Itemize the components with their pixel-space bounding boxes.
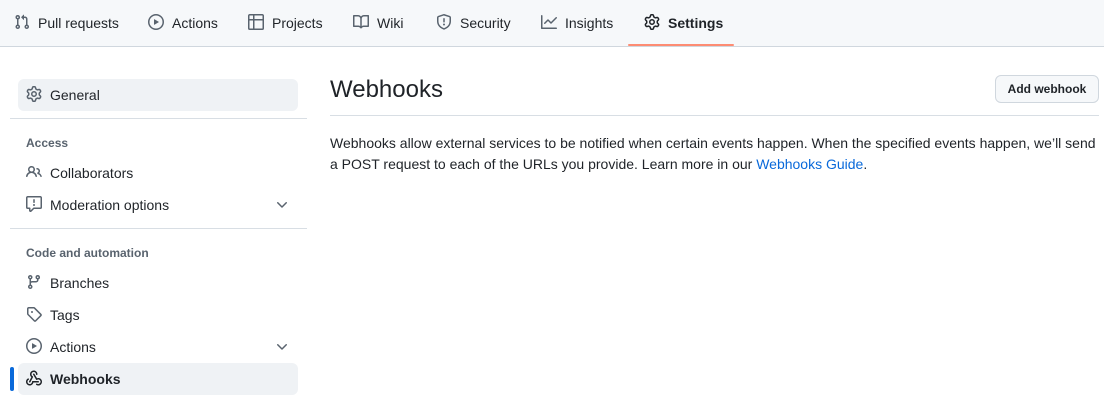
sidebar-item-label: Actions	[50, 339, 96, 355]
graph-icon	[541, 14, 557, 33]
tab-label: Projects	[272, 15, 323, 31]
people-icon	[26, 164, 42, 183]
tab-projects[interactable]: Projects	[248, 0, 323, 46]
tab-actions[interactable]: Actions	[148, 0, 218, 46]
chevron-down-icon[interactable]	[274, 339, 290, 358]
sidebar-heading-access: Access	[26, 136, 69, 150]
tab-label: Settings	[668, 15, 724, 31]
chevron-down-icon[interactable]	[274, 197, 290, 216]
gear-icon	[26, 85, 42, 105]
sidebar-item-label: General	[50, 87, 100, 103]
tab-label: Actions	[172, 15, 218, 31]
tab-pull-requests[interactable]: Pull requests	[14, 0, 119, 46]
sidebar-item-webhooks[interactable]: Webhooks	[18, 363, 298, 395]
sidebar-item-branches[interactable]: Branches	[18, 267, 298, 299]
book-icon	[353, 14, 370, 33]
table-icon	[248, 13, 264, 33]
webhooks-description: Webhooks allow external services to be n…	[330, 133, 1100, 175]
sidebar-item-label: Tags	[50, 307, 80, 323]
sidebar-item-general[interactable]: General	[18, 79, 298, 111]
git-pull-request-icon	[14, 14, 30, 33]
tab-insights[interactable]: Insights	[541, 0, 613, 46]
tab-settings[interactable]: Settings	[644, 0, 723, 46]
webhook-icon	[25, 369, 42, 389]
tab-security[interactable]: Security	[436, 0, 511, 46]
description-end: .	[863, 156, 868, 172]
sidebar-item-label: Collaborators	[50, 165, 134, 181]
sidebar-item-actions[interactable]: Actions	[18, 331, 298, 363]
title-divider	[330, 115, 1099, 116]
play-icon	[26, 337, 42, 357]
sidebar-heading-code-automation: Code and automation	[26, 246, 149, 260]
tag-icon	[26, 306, 42, 325]
play-icon	[148, 13, 164, 33]
selected-tab-underline	[628, 44, 734, 46]
description-text: Webhooks allow external services to be n…	[330, 135, 1096, 172]
sidebar-divider	[10, 228, 307, 229]
sidebar-divider	[10, 118, 307, 119]
sidebar-item-moderation-options[interactable]: Moderation options	[18, 189, 298, 221]
tab-label: Pull requests	[38, 15, 119, 31]
repo-nav: Pull requests Actions Projects Wiki Secu…	[0, 0, 1104, 47]
sidebar-item-label: Webhooks	[50, 371, 121, 387]
sidebar-item-tags[interactable]: Tags	[18, 299, 298, 331]
webhooks-guide-link[interactable]: Webhooks Guide	[756, 156, 863, 172]
report-icon	[26, 195, 42, 215]
tab-label: Insights	[565, 15, 614, 31]
git-branch-icon	[26, 274, 42, 293]
tab-wiki[interactable]: Wiki	[353, 0, 403, 46]
shield-icon	[436, 13, 452, 33]
sidebar-item-label: Moderation options	[50, 197, 170, 213]
active-item-indicator	[10, 367, 14, 391]
page-title: Webhooks	[330, 76, 443, 103]
sidebar-item-label: Branches	[50, 275, 110, 291]
gear-icon	[644, 13, 660, 33]
sidebar-item-collaborators[interactable]: Collaborators	[18, 157, 298, 189]
tab-label: Wiki	[377, 15, 404, 31]
tab-label: Security	[460, 15, 511, 31]
add-webhook-button[interactable]: Add webhook	[995, 75, 1099, 103]
